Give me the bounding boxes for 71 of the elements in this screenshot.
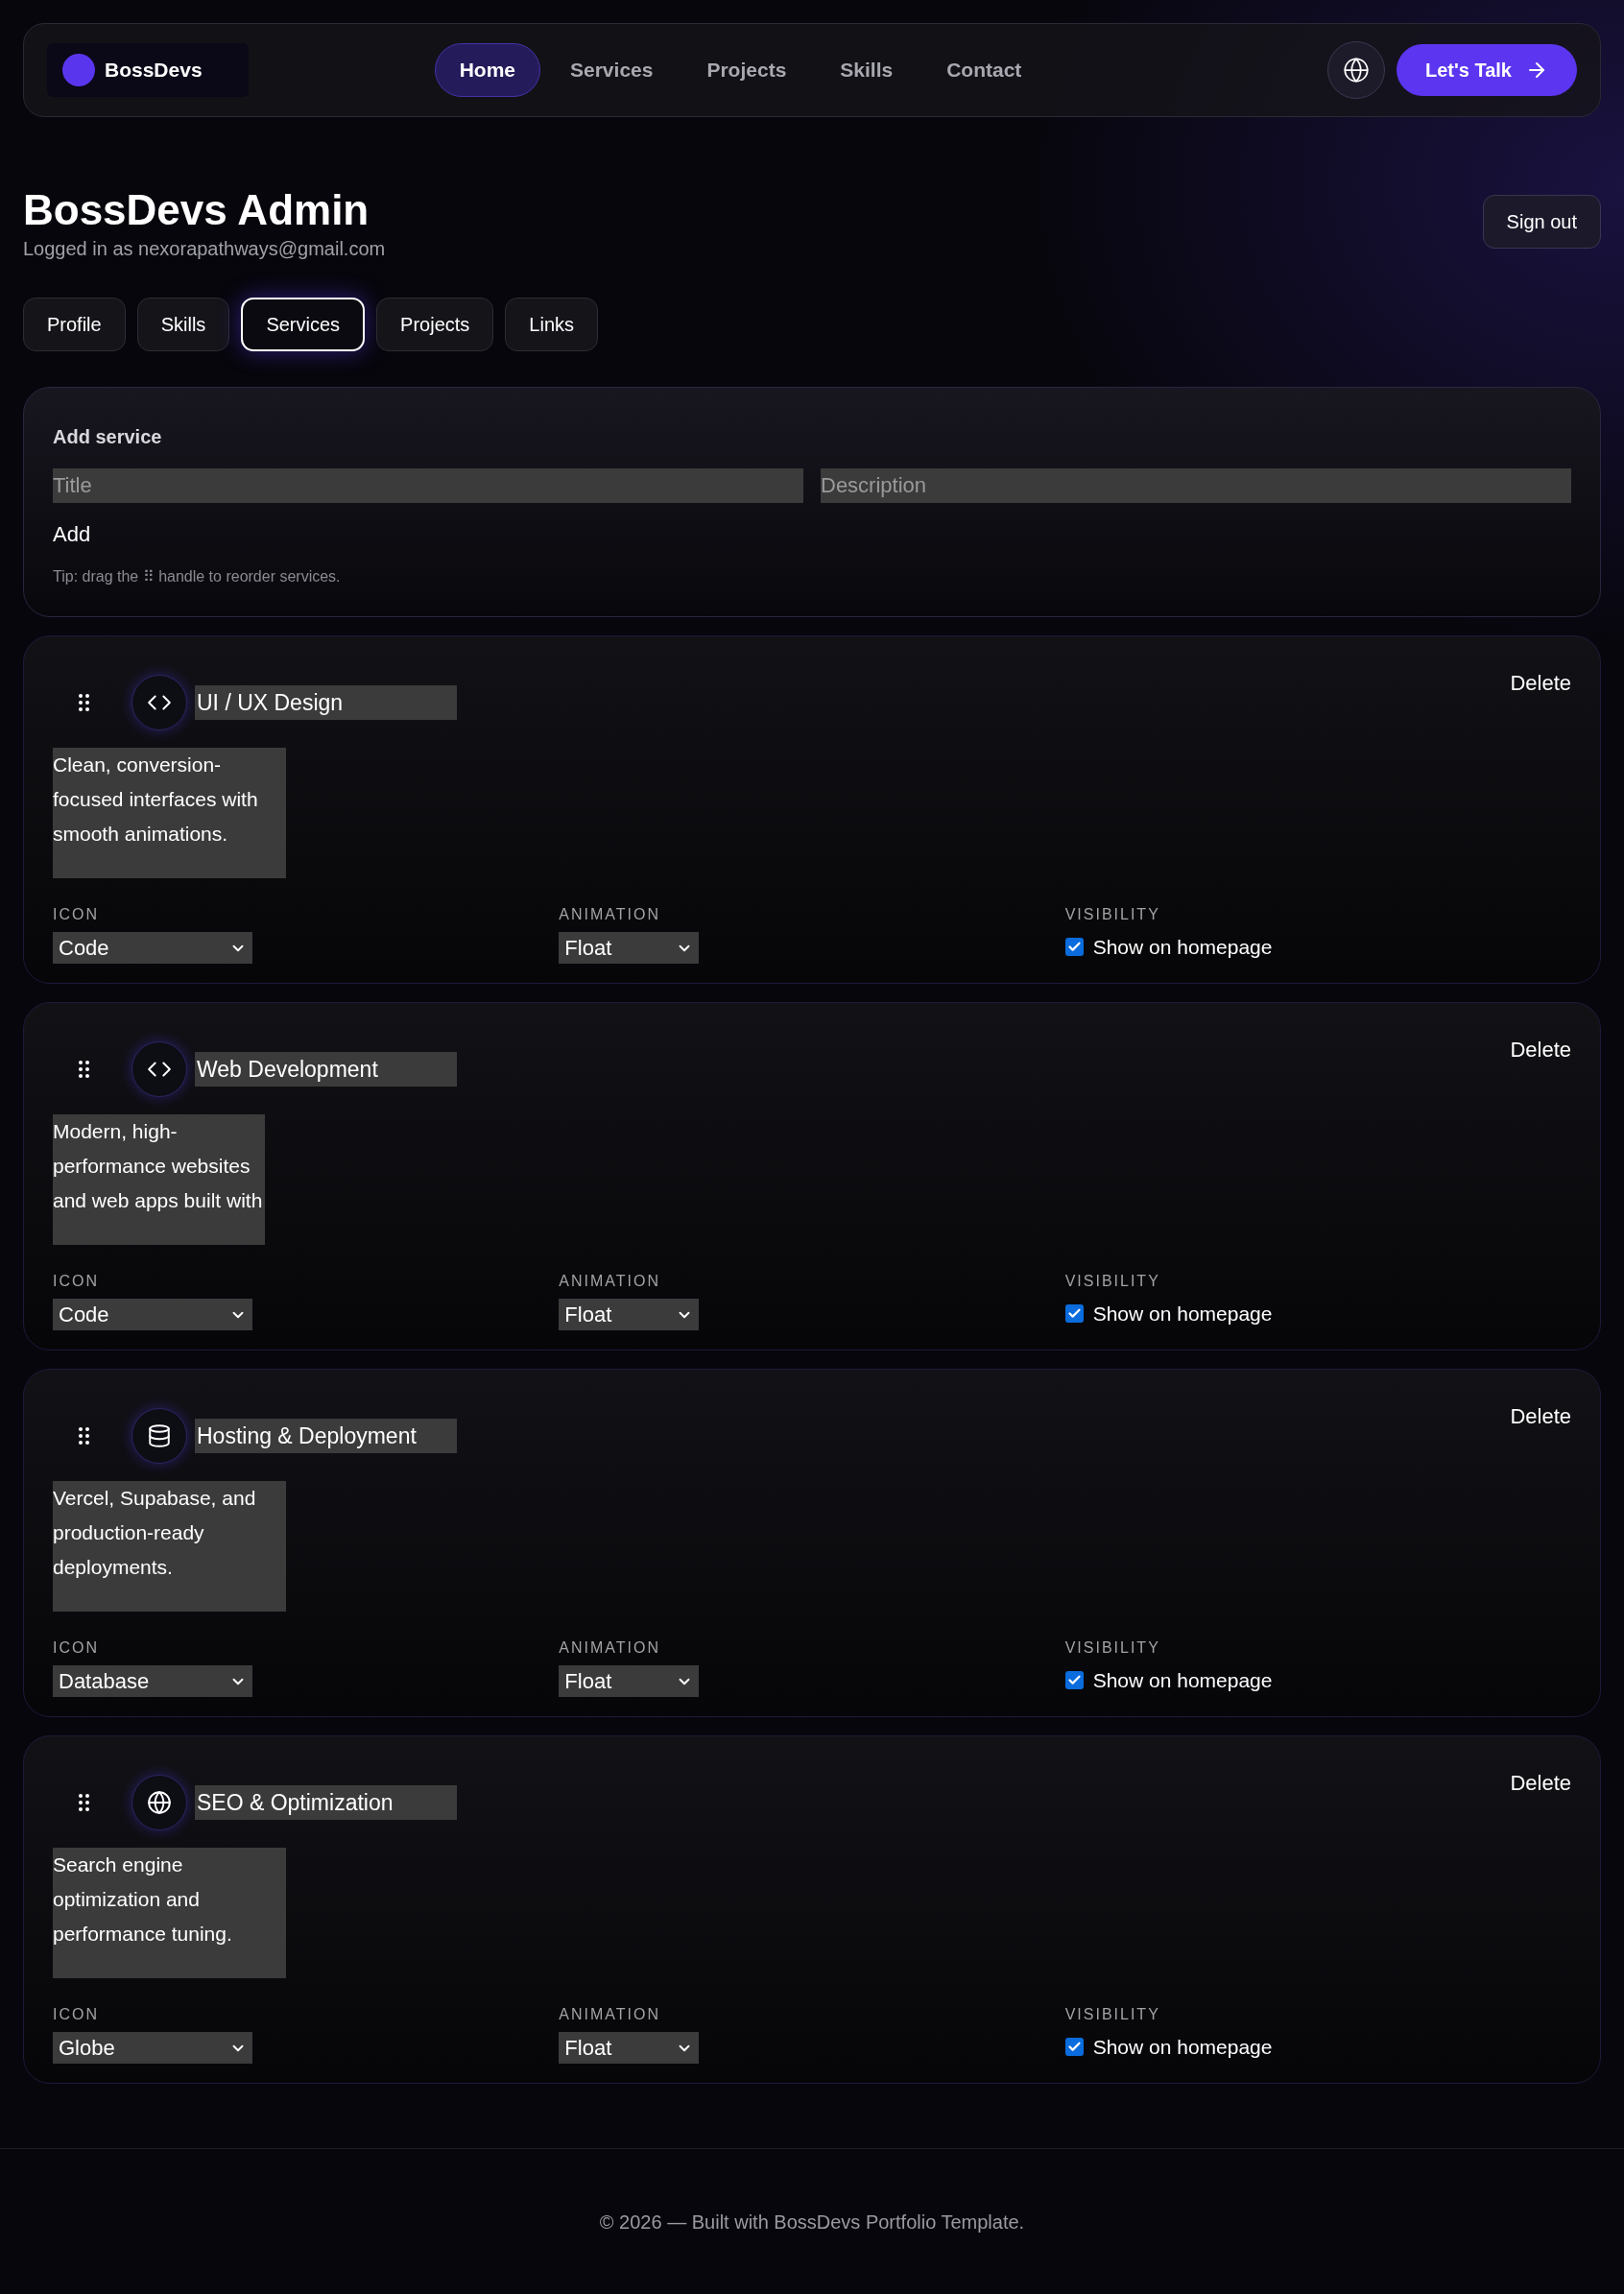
field-label: ANIMATION (559, 1638, 662, 1658)
drag-handle-icon[interactable] (79, 1061, 89, 1078)
checkbox-label: Show on homepage (1092, 1668, 1273, 1693)
brand-name: BossDevs (105, 58, 203, 84)
drag-handle-icon[interactable] (79, 694, 89, 711)
checkbox[interactable] (1064, 1671, 1084, 1690)
checkbox-label: Show on homepage (1092, 935, 1273, 960)
nav-link[interactable]: Projects (682, 43, 811, 97)
title-field[interactable]: Hosting & Deployment (195, 1419, 457, 1453)
field-label: VISIBILITY (1064, 2005, 1161, 2024)
admin-tab[interactable]: Profile (23, 298, 126, 351)
field-label: ANIMATION (559, 1272, 662, 1291)
select-field[interactable]: Float (559, 932, 700, 964)
code-icon (131, 675, 187, 730)
database-icon (131, 1408, 187, 1464)
admin-tab[interactable]: Skills (136, 298, 230, 351)
delete-button[interactable]: Delete (1510, 1400, 1571, 1432)
page-title: BossDevs Admin (23, 186, 370, 234)
field-label: ANIMATION (559, 2005, 662, 2024)
title-field[interactable]: SEO & Optimization (195, 1785, 457, 1820)
description-field[interactable]: Clean, conversion-focused interfaces with smooth animations. (53, 748, 286, 878)
field-label: ICON (53, 2005, 100, 2024)
field-label: ICON (53, 1638, 100, 1658)
globe-icon (1343, 57, 1370, 84)
checkbox[interactable] (1064, 1304, 1084, 1324)
select-field[interactable]: Database (53, 1665, 252, 1697)
reorder-tip: Tip: drag the ⠿ handle to reorder services. (53, 567, 342, 586)
globe-icon (131, 1775, 187, 1830)
drag-handle-icon[interactable] (79, 1427, 89, 1445)
select-field[interactable]: Float (559, 1665, 700, 1697)
footer-text: © 2026 — Built with BossDevs Portfolio Template. (599, 2210, 1025, 2234)
brand-logo[interactable]: BossDevs (47, 43, 249, 97)
title-field[interactable]: Web Development (195, 1052, 457, 1087)
description-field[interactable]: Search engine optimization and performance tuning. (53, 1848, 286, 1978)
select-field[interactable]: Float (559, 2032, 700, 2064)
admin-tab[interactable]: Links (505, 298, 599, 351)
delete-button[interactable]: Delete (1510, 1767, 1571, 1799)
nav-link[interactable]: Contact (922, 43, 1046, 97)
admin-tab[interactable]: Projects (376, 298, 494, 351)
field-label: VISIBILITY (1064, 1272, 1161, 1291)
description-field[interactable]: Modern, high-performance websites and web apps built with (53, 1114, 265, 1245)
checkbox-label: Show on homepage (1092, 1302, 1273, 1326)
description-input[interactable]: Description (821, 468, 1571, 503)
nav-link[interactable]: Skills (816, 43, 918, 97)
add-button[interactable]: Add (53, 518, 91, 550)
field-label: ICON (53, 1272, 100, 1291)
field-label: ANIMATION (559, 905, 662, 924)
delete-button[interactable]: Delete (1510, 667, 1571, 699)
description-field[interactable]: Vercel, Supabase, and production-ready deployments. (53, 1481, 286, 1612)
checkbox-label: Show on homepage (1092, 2035, 1273, 2060)
card-heading: Add service (53, 425, 163, 449)
delete-button[interactable]: Delete (1510, 1034, 1571, 1065)
code-icon (131, 1041, 187, 1097)
field-label: VISIBILITY (1064, 1638, 1161, 1658)
field-label: ICON (53, 905, 100, 924)
login-info: Logged in as nexorapathways@gmail.com (23, 237, 386, 261)
admin-tab[interactable]: Services (241, 298, 366, 351)
lets-talk-button[interactable]: Let's Talk (1397, 44, 1577, 96)
checkbox[interactable] (1064, 2038, 1084, 2057)
nav-link[interactable]: Services (546, 43, 678, 97)
field-label: VISIBILITY (1064, 905, 1161, 924)
drag-handle-icon[interactable] (79, 1794, 89, 1811)
select-field[interactable]: Float (559, 1299, 700, 1330)
title-field[interactable]: UI / UX Design (195, 685, 457, 720)
title-input[interactable]: Title (53, 468, 803, 503)
select-field[interactable]: Code (53, 932, 252, 964)
select-field[interactable]: Code (53, 1299, 252, 1330)
select-field[interactable]: Globe (53, 2032, 252, 2064)
sign-out-button[interactable]: Sign out (1482, 195, 1601, 249)
checkbox[interactable] (1064, 938, 1084, 957)
nav-link[interactable]: Home (434, 43, 540, 97)
